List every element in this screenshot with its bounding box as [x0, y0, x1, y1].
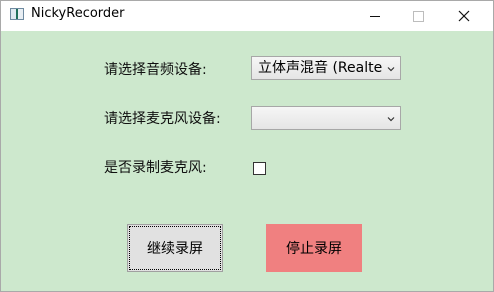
- maximize-button[interactable]: [395, 1, 441, 31]
- stop-recording-button[interactable]: 停止录屏: [266, 224, 362, 272]
- close-icon: [458, 10, 470, 22]
- maximize-icon: [412, 10, 424, 22]
- continue-recording-button[interactable]: 继续录屏: [127, 224, 223, 272]
- microphone-device-label: 请选择麦克风设备:: [104, 111, 221, 127]
- chevron-down-icon: [387, 67, 395, 72]
- record-microphone-label: 是否录制麦克风:: [104, 160, 207, 176]
- minimize-icon: [370, 15, 380, 17]
- close-button[interactable]: [441, 1, 487, 31]
- app-window: NickyRecorder 请选择音频设备: 立体声混音 (Realtek 请选…: [0, 0, 494, 292]
- window-title: NickyRecorder: [31, 6, 125, 21]
- title-bar[interactable]: NickyRecorder: [1, 1, 493, 31]
- minimize-button[interactable]: [352, 1, 398, 31]
- microphone-device-dropdown[interactable]: [251, 106, 401, 130]
- audio-device-dropdown[interactable]: 立体声混音 (Realtek: [251, 56, 401, 80]
- audio-device-label: 请选择音频设备:: [104, 62, 207, 78]
- record-microphone-checkbox[interactable]: [253, 162, 266, 175]
- audio-device-selected-value: 立体声混音 (Realtek: [258, 60, 382, 76]
- chevron-down-icon: [387, 117, 395, 122]
- window-icon: [10, 8, 24, 20]
